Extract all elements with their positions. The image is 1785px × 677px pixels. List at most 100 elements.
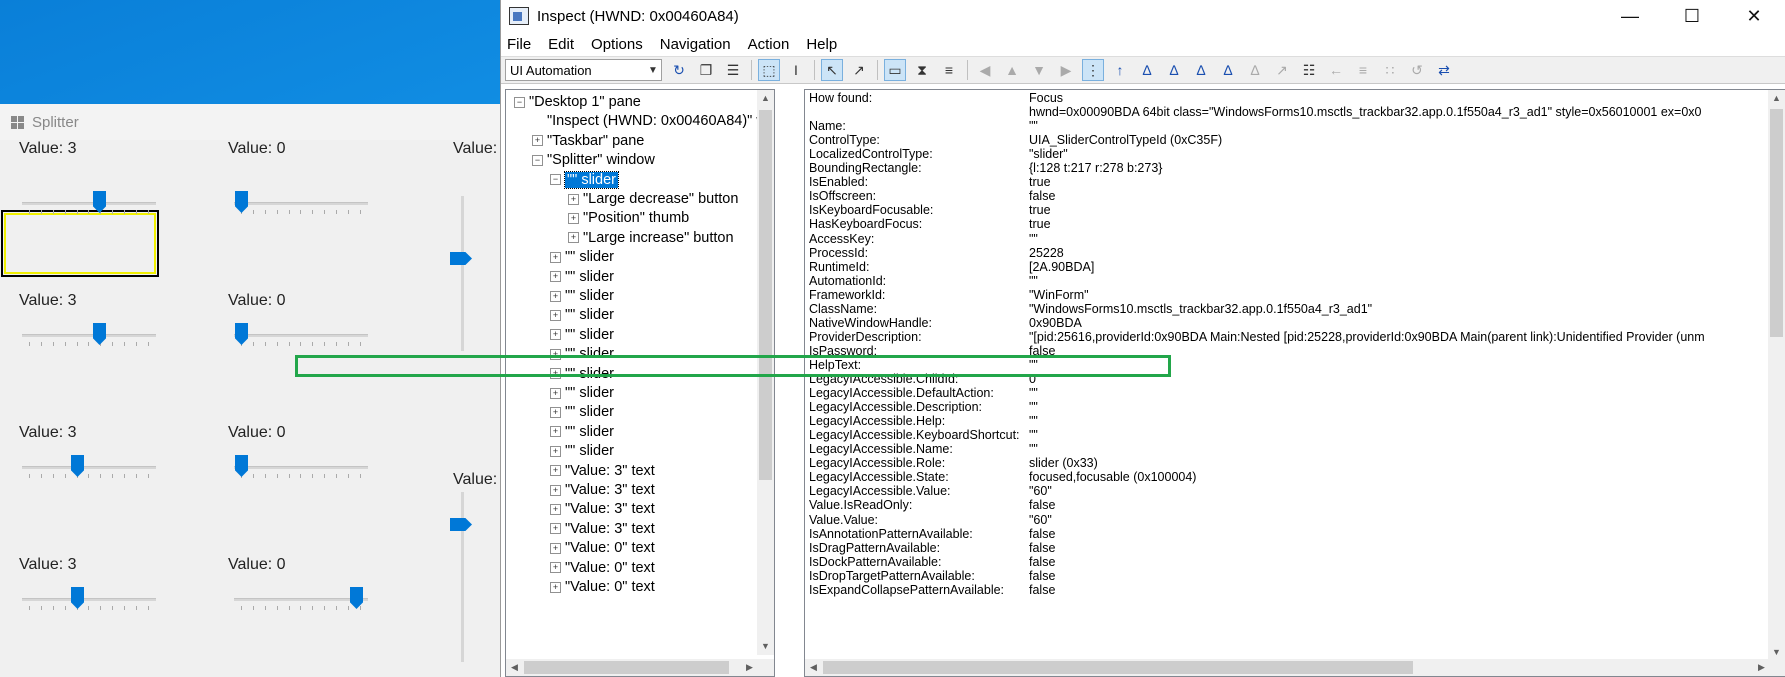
minimize-icon[interactable]: — [1599,0,1661,32]
refresh-icon[interactable]: ↻ [668,59,690,81]
scroll-down-icon[interactable]: ▼ [757,638,774,655]
expand-icon[interactable]: + [568,193,579,205]
expand-icon[interactable]: + [568,212,579,224]
value-label: Value: 0 [228,140,286,157]
scroll-left-icon[interactable]: ◀ [506,659,523,676]
slider[interactable] [234,188,368,218]
maximize-icon[interactable]: ☐ [1661,0,1723,32]
arrow-icon[interactable]: ← [1325,59,1347,81]
expand-icon[interactable]: + [550,271,561,283]
slider-thumb[interactable] [450,252,472,265]
element-tree[interactable]: − "Desktop 1" pane "Inspect (HWND: 0x00460… [505,89,775,677]
expand-icon[interactable]: + [550,329,561,341]
watch-tooltip-icon[interactable]: ↗ [848,59,870,81]
expand-icon[interactable]: + [550,348,561,360]
list-icon[interactable]: ≡ [1352,59,1374,81]
properties-horizontal-scrollbar[interactable]: ◀ ▶ [805,659,1770,676]
tree-horizontal-scrollbar[interactable]: ◀ ▶ [506,659,758,676]
property-value: 0x90BDA [1029,315,1082,330]
expand-icon[interactable]: + [550,523,561,535]
highlight-rectangle-icon[interactable]: ▭ [884,59,906,81]
tree-item[interactable]: + "Value: 0" text [550,576,655,598]
scroll-left-icon[interactable]: ◀ [805,659,822,676]
collapse-icon[interactable]: − [532,154,543,166]
menu-file[interactable]: File [507,36,531,53]
menu-navigation[interactable]: Navigation [660,36,731,53]
copy-tree-icon[interactable]: ☰ [722,59,744,81]
collapse-icon[interactable]: − [550,174,561,186]
property-name: IsAnnotationPatternAvailable: [809,526,973,541]
expand-icon[interactable]: + [550,503,561,515]
previous-sibling-icon[interactable]: ∆ [1163,59,1185,81]
expand-icon[interactable]: + [550,484,561,496]
tree-item-label: "Value: 0" text [565,579,655,595]
slider[interactable] [22,452,156,482]
watch-focus-icon[interactable]: ⬚ [758,59,780,81]
slider[interactable] [22,584,156,614]
vertical-slider[interactable] [448,196,478,351]
navigate-back-icon[interactable]: ◀ [974,59,996,81]
property-name: Value.IsReadOnly: [809,498,913,513]
pin-icon[interactable]: ↗ [1271,59,1293,81]
menu-help[interactable]: Help [806,36,837,53]
scroll-thumb[interactable] [1770,109,1783,337]
sync-icon[interactable]: ⇄ [1433,59,1455,81]
expand-icon[interactable]: + [568,232,579,244]
scroll-right-icon[interactable]: ▶ [741,659,758,676]
expand-icon[interactable]: + [550,406,561,418]
expand-icon[interactable]: + [550,445,561,457]
expand-icon[interactable]: + [550,368,561,380]
tool-icon[interactable]: ☷ [1298,59,1320,81]
navigate-forward-icon[interactable]: ▶ [1055,59,1077,81]
property-value: "60" [1029,484,1052,499]
tree-vertical-scrollbar[interactable]: ▲ ▼ [757,90,774,655]
collapse-icon[interactable]: − [514,96,525,108]
menu-action[interactable]: Action [748,36,790,53]
expand-icon[interactable]: + [550,426,561,438]
vertical-slider[interactable] [448,492,478,662]
properties-pane[interactable]: How found: Focus hwnd=0x00090BDA 64bit cla… [804,89,1785,677]
scroll-thumb[interactable] [524,661,729,674]
expand-icon[interactable]: + [532,135,543,147]
expand-icon[interactable]: + [550,309,561,321]
expand-icon[interactable]: + [550,562,561,574]
next-sibling-icon[interactable]: ∆ [1190,59,1212,81]
close-icon[interactable]: ✕ [1723,0,1785,32]
watch-caret-icon[interactable]: I [785,59,807,81]
copy-icon[interactable]: ❐ [695,59,717,81]
watch-cursor-icon[interactable]: ↖ [821,59,843,81]
expand-icon[interactable]: + [550,542,561,554]
parent-icon[interactable]: ↑ [1109,59,1131,81]
navigate-up-icon[interactable]: ▲ [1001,59,1023,81]
menu-edit[interactable]: Edit [548,36,574,53]
menu-options[interactable]: Options [591,36,643,53]
expand-icon[interactable]: + [550,387,561,399]
loop-icon[interactable]: ↺ [1406,59,1428,81]
tree-view-icon[interactable]: ⋮ [1082,59,1104,81]
slider[interactable] [234,320,368,350]
properties-vertical-scrollbar[interactable]: ▲ ▼ [1768,90,1785,661]
property-value: 25228 [1029,245,1064,260]
scroll-thumb[interactable] [823,661,1413,674]
slider[interactable] [22,188,156,218]
hourglass-icon[interactable]: ⧗ [911,59,933,81]
mode-select[interactable]: UI Automation ▼ [505,59,662,81]
scroll-up-icon[interactable]: ▲ [757,90,774,107]
show-text-icon[interactable]: ≡ [938,59,960,81]
first-child-icon[interactable]: ∆ [1136,59,1158,81]
scroll-up-icon[interactable]: ▲ [1768,90,1785,107]
slider[interactable] [234,452,368,482]
slider[interactable] [22,320,156,350]
slider[interactable] [234,584,368,614]
navigate-down-icon[interactable]: ▼ [1028,59,1050,81]
expand-icon[interactable]: + [550,290,561,302]
slider-thumb[interactable] [450,518,472,531]
expand-icon[interactable]: + [550,581,561,593]
tree-item-label: "Large increase" button [583,229,734,246]
last-child-icon[interactable]: ∆ [1217,59,1239,81]
scroll-thumb[interactable] [759,110,772,480]
root-icon[interactable]: ∆ [1244,59,1266,81]
dotted-list-icon[interactable]: ∷ [1379,59,1401,81]
expand-icon[interactable]: + [550,465,561,477]
expand-icon[interactable]: + [550,251,561,263]
